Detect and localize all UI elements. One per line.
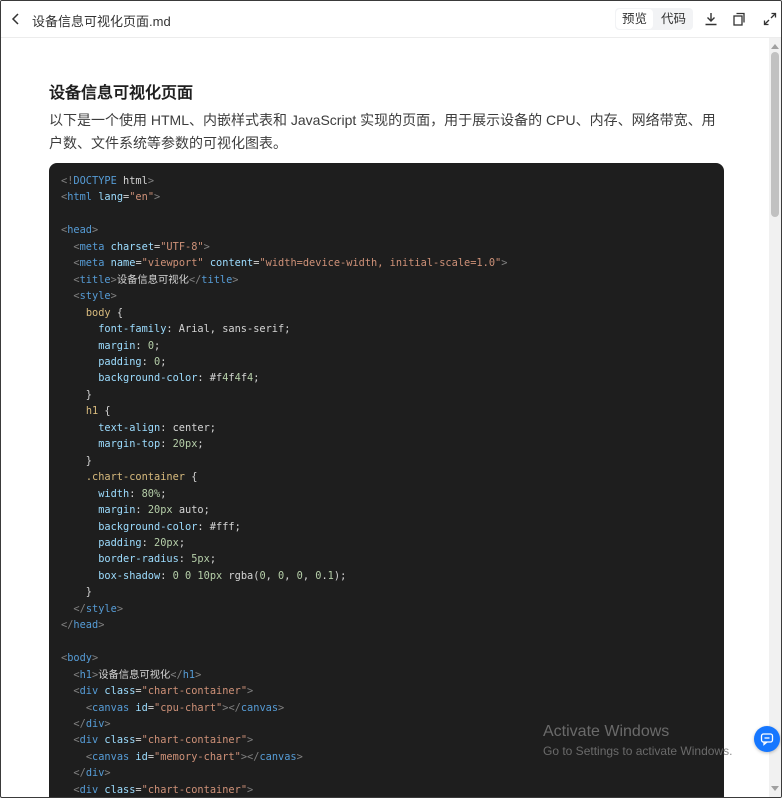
vertical-scrollbar[interactable]	[769, 38, 781, 797]
download-icon	[705, 13, 717, 26]
chat-button[interactable]	[754, 726, 780, 752]
chevron-left-icon	[11, 13, 19, 25]
top-bar: 设备信息可视化页面.md 预览 代码	[1, 1, 781, 38]
document-heading: 设备信息可视化页面	[49, 85, 194, 102]
tab-code[interactable]: 代码	[654, 8, 693, 30]
file-title: 设备信息可视化页面.md	[32, 14, 171, 29]
code-content: <!DOCTYPE html> <html lang="en"> <head> …	[61, 175, 508, 796]
copy-button[interactable]	[729, 9, 749, 29]
scroll-down-arrow[interactable]	[771, 786, 779, 791]
scrollbar-thumb[interactable]	[771, 52, 779, 217]
document-intro: 以下是一个使用 HTML、内嵌样式表和 JavaScript 实现的页面，用于展…	[49, 112, 716, 151]
expand-icon	[763, 12, 777, 26]
activation-watermark: Activate Windows Go to Settings to activ…	[543, 723, 732, 758]
watermark-title: Activate Windows	[543, 723, 670, 740]
chat-icon	[760, 733, 774, 746]
code-block: <!DOCTYPE html> <html lang="en"> <head> …	[49, 163, 724, 797]
download-button[interactable]	[701, 9, 721, 29]
app-window: 设备信息可视化页面.md 预览 代码 设备信息可视化页面 以下是一个使用 HTM…	[0, 0, 782, 798]
copy-icon	[733, 12, 745, 26]
back-button[interactable]	[7, 9, 25, 29]
expand-button[interactable]	[760, 9, 780, 29]
watermark-subtitle: Go to Settings to activate Windows.	[543, 744, 733, 758]
preview-content: 设备信息可视化页面 以下是一个使用 HTML、内嵌样式表和 JavaScript…	[1, 38, 769, 797]
view-tabs: 预览 代码	[615, 8, 694, 30]
scroll-up-arrow[interactable]	[771, 44, 779, 49]
tab-preview[interactable]: 预览	[616, 9, 654, 29]
